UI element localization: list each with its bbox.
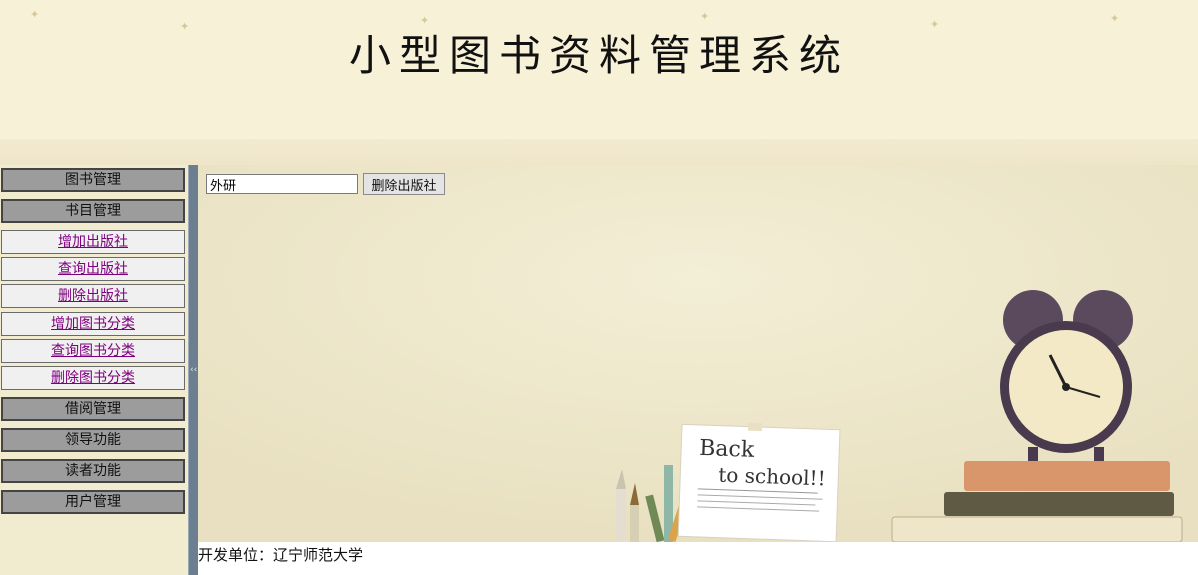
- sidebar-link-delete-publisher[interactable]: 删除出版社: [58, 288, 128, 304]
- sidebar-item-delete-category: 删除图书分类: [1, 366, 185, 390]
- main-content: Back to school!! 删除出版社: [198, 165, 1198, 542]
- sidebar-item-query-category: 查询图书分类: [1, 339, 185, 363]
- publisher-name-input[interactable]: [206, 174, 358, 194]
- sidebar-section-label: 书目管理: [65, 203, 121, 219]
- sidebar-item-query-publisher: 查询出版社: [1, 257, 185, 281]
- decor-dot: ✦: [30, 8, 40, 21]
- sidebar-item-delete-publisher: 删除出版社: [1, 284, 185, 308]
- sidebar-section-leader-functions[interactable]: 领导功能: [1, 428, 185, 452]
- footer: 开发单位：辽宁师范大学: [198, 542, 1198, 575]
- header-banner: ✦ ✦ ✦ ✦ ✦ ✦ 小型图书资料管理系统: [0, 0, 1198, 165]
- sidebar-section-label: 读者功能: [65, 463, 121, 479]
- back-to-school-note: Back to school!!: [677, 422, 841, 542]
- sidebar: 图书管理 书目管理 增加出版社 查询出版社 删除出版社 增加图书分类 查询图书分…: [0, 165, 188, 575]
- sidebar-section-reader-functions[interactable]: 读者功能: [1, 459, 185, 483]
- sidebar-link-query-category[interactable]: 查询图书分类: [51, 343, 135, 359]
- sidebar-section-label: 图书管理: [65, 172, 121, 188]
- sidebar-item-add-publisher: 增加出版社: [1, 230, 185, 254]
- sidebar-section-user-management[interactable]: 用户管理: [1, 490, 185, 514]
- back-to-school-illustration: Back to school!!: [198, 165, 1198, 542]
- sidebar-section-borrow-management[interactable]: 借阅管理: [1, 397, 185, 421]
- sidebar-section-label: 借阅管理: [65, 401, 121, 417]
- book-stack-graphic: [891, 461, 1183, 542]
- svg-text:Back: Back: [699, 436, 755, 463]
- sidebar-section-catalog-management[interactable]: 书目管理: [1, 199, 185, 223]
- page-title: 小型图书资料管理系统: [348, 31, 849, 80]
- sidebar-section-book-management[interactable]: 图书管理: [1, 168, 185, 192]
- sidebar-item-add-category: 增加图书分类: [1, 312, 185, 336]
- alarm-clock-graphic: [1000, 290, 1133, 461]
- sidebar-section-label: 领导功能: [65, 432, 121, 448]
- svg-text:to school!!: to school!!: [718, 463, 826, 491]
- sidebar-link-add-publisher[interactable]: 增加出版社: [58, 234, 128, 250]
- sidebar-link-add-category[interactable]: 增加图书分类: [51, 316, 135, 332]
- developer-info: 开发单位：辽宁师范大学: [198, 546, 364, 564]
- delete-publisher-button[interactable]: 删除出版社: [363, 173, 445, 195]
- collapse-arrow-icon[interactable]: ‹‹: [190, 365, 197, 375]
- sidebar-link-query-publisher[interactable]: 查询出版社: [58, 261, 128, 277]
- sidebar-link-delete-category[interactable]: 删除图书分类: [51, 370, 135, 386]
- pencils-graphic: [616, 465, 692, 542]
- sidebar-section-label: 用户管理: [65, 494, 121, 510]
- header-band: [0, 139, 1198, 165]
